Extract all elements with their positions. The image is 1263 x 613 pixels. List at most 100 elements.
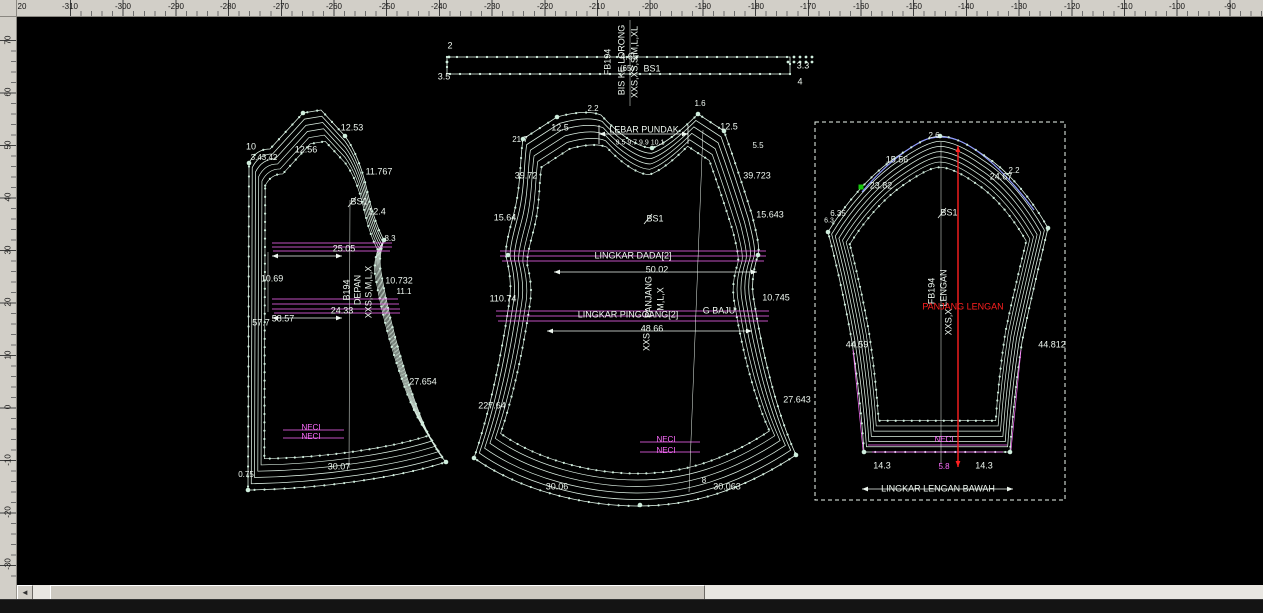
grading-point xyxy=(518,363,520,365)
pattern-node[interactable] xyxy=(696,112,701,117)
grading-point xyxy=(524,330,526,332)
grading-point xyxy=(417,438,419,440)
grading-point xyxy=(271,146,273,148)
grading-point xyxy=(425,430,427,432)
grading-point xyxy=(723,202,725,204)
ruler-label: -270 xyxy=(273,2,289,11)
grading-point xyxy=(654,472,656,474)
grading-point xyxy=(558,495,560,497)
grading-point xyxy=(247,355,249,357)
grading-point xyxy=(758,405,760,407)
pattern-node[interactable] xyxy=(247,161,252,166)
grading-point xyxy=(503,335,505,337)
grading-point xyxy=(456,56,458,58)
grading-point xyxy=(361,172,363,174)
grading-point xyxy=(269,178,271,180)
pattern-node[interactable] xyxy=(1046,226,1051,231)
grading-point xyxy=(953,170,955,172)
grading-point xyxy=(502,474,504,476)
grading-point xyxy=(538,199,540,201)
pattern-node[interactable] xyxy=(444,460,449,465)
grading-point xyxy=(394,336,396,338)
pattern-node[interactable] xyxy=(555,115,560,120)
grading-point xyxy=(710,121,712,123)
point-marker[interactable] xyxy=(859,185,864,190)
pattern-node[interactable] xyxy=(521,137,526,142)
grading-point xyxy=(335,453,337,455)
grading-point xyxy=(539,489,541,491)
grading-point xyxy=(697,152,699,154)
grading-point xyxy=(413,409,415,411)
grading-point xyxy=(370,233,372,235)
grading-point xyxy=(263,388,265,390)
grading-point xyxy=(780,463,782,465)
scroll-left-button[interactable]: ◄ xyxy=(17,585,33,600)
grading-point xyxy=(264,221,266,223)
grading-point xyxy=(766,367,768,369)
pattern-node[interactable] xyxy=(862,450,867,455)
ruler-label: -230 xyxy=(484,2,500,11)
pattern-node[interactable] xyxy=(826,230,831,235)
pattern-grade-line xyxy=(835,146,1040,441)
grading-point xyxy=(919,141,921,143)
grading-point xyxy=(704,157,706,159)
grading-point xyxy=(919,420,921,422)
grading-point xyxy=(381,277,383,279)
scrollbar-track[interactable] xyxy=(33,585,1263,600)
grading-point xyxy=(879,420,881,422)
pattern-node[interactable] xyxy=(343,134,348,139)
grading-point xyxy=(910,146,912,148)
grading-point xyxy=(927,420,929,422)
pattern-grade-line xyxy=(251,116,442,483)
grading-point xyxy=(387,307,389,309)
grading-point xyxy=(501,428,503,430)
grading-point xyxy=(999,166,1001,168)
grading-point xyxy=(264,354,266,356)
grading-point xyxy=(849,333,851,335)
grading-point xyxy=(576,56,578,58)
grading-point xyxy=(248,235,250,237)
pattern-node[interactable] xyxy=(301,111,306,116)
grading-point xyxy=(367,225,369,227)
pattern-node[interactable] xyxy=(506,253,511,258)
drawing-canvas[interactable]: 23.54.65(65)3.34FB194BIS KE LORONGXXS,XS… xyxy=(0,0,1263,613)
grading-point xyxy=(789,73,791,75)
grading-point xyxy=(865,317,867,319)
grading-point xyxy=(739,73,741,75)
pattern-node[interactable] xyxy=(756,253,761,258)
grading-point xyxy=(764,421,766,423)
grading-point xyxy=(735,267,737,269)
grading-point xyxy=(1032,204,1034,206)
grading-point xyxy=(569,73,571,75)
grading-point xyxy=(401,442,403,444)
pattern-node[interactable] xyxy=(472,456,477,461)
grading-point xyxy=(479,73,481,75)
grading-point xyxy=(516,371,518,373)
grading-point xyxy=(1039,258,1041,260)
grading-point xyxy=(786,434,788,436)
grading-point xyxy=(264,296,266,298)
pattern-node[interactable] xyxy=(722,129,727,134)
pattern-node[interactable] xyxy=(794,453,799,458)
scrollbar-thumb[interactable] xyxy=(50,585,705,600)
pattern-node[interactable] xyxy=(938,134,943,139)
ruler-label: 50 xyxy=(4,141,13,150)
pattern-node[interactable] xyxy=(638,503,643,508)
grading-point xyxy=(758,249,760,251)
pattern-grade-line xyxy=(261,135,433,465)
grading-point xyxy=(476,459,478,461)
grading-point xyxy=(771,386,773,388)
pattern-node[interactable] xyxy=(1008,450,1013,455)
pattern-node[interactable] xyxy=(650,146,655,151)
pattern-piece-band[interactable] xyxy=(447,57,790,74)
pattern-node[interactable] xyxy=(382,238,387,243)
grading-point xyxy=(606,56,608,58)
grading-point xyxy=(627,165,629,167)
grading-point xyxy=(291,123,293,125)
grading-point xyxy=(609,73,611,75)
pattern-piece-back-bodice[interactable] xyxy=(248,110,446,490)
grading-point xyxy=(495,374,497,376)
pattern-node[interactable] xyxy=(246,488,251,493)
grading-point xyxy=(1022,336,1024,338)
ruler-label: -130 xyxy=(1011,2,1027,11)
